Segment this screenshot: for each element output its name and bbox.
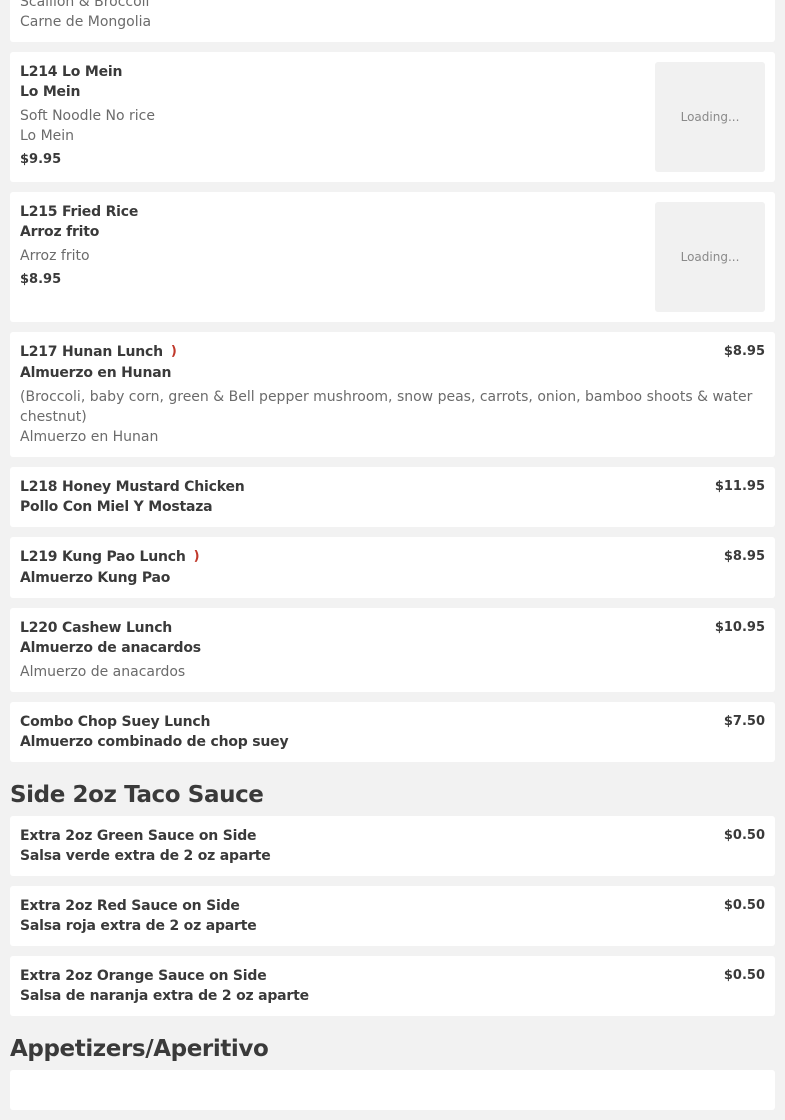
description-line: Carne de Mongolia: [20, 14, 152, 30]
menu-item-card[interactable]: L214 Lo Mein Lo Mein Soft Noodle No rice…: [10, 52, 775, 182]
description-line: Almuerzo de anacardos: [20, 664, 186, 680]
menu-list: Scallion & Broccoli Carne de Mongolia L2…: [10, 0, 775, 1120]
item-price: $9.95: [20, 152, 62, 167]
item-description: Scallion & Broccoli Carne de Mongolia: [20, 0, 765, 32]
item-image-placeholder[interactable]: Loading...: [655, 62, 765, 172]
item-title-en-row: L219 Kung Pao Lunch): [20, 547, 765, 568]
description-line: (Broccoli, baby corn, green & Bell peppe…: [20, 389, 753, 425]
item-description: (Broccoli, baby corn, green & Bell peppe…: [20, 387, 765, 447]
item-description: Arroz frito: [20, 246, 765, 266]
menu-item-card[interactable]: L217 Hunan Lunch) Almuerzo en Hunan (Bro…: [10, 332, 775, 457]
description-line: Soft Noodle No rice: [20, 108, 155, 124]
item-title-en: Extra 2oz Green Sauce on Side: [20, 828, 257, 844]
menu-item-card[interactable]: Extra 2oz Orange Sauce on Side Salsa de …: [10, 956, 775, 1016]
menu-item-card[interactable]: L219 Kung Pao Lunch) Almuerzo Kung Pao $…: [10, 537, 775, 598]
item-price: $0.50: [723, 828, 765, 843]
menu-item-card[interactable]: Extra 2oz Red Sauce on Side Salsa roja e…: [10, 886, 775, 946]
item-title-es: Almuerzo en Hunan: [20, 365, 172, 381]
item-price: $7.50: [723, 714, 765, 729]
item-title-en: L218 Honey Mustard Chicken: [20, 479, 245, 495]
item-price: $11.95: [714, 479, 765, 494]
menu-item-card[interactable]: Extra 2oz Green Sauce on Side Salsa verd…: [10, 816, 775, 876]
menu-item-card[interactable]: L215 Fried Rice Arroz frito Arroz frito …: [10, 192, 775, 322]
section-heading-appetizers: Appetizers/Aperitivo: [10, 1036, 269, 1062]
chili-pepper-icon: ): [170, 344, 177, 359]
item-title-en: Combo Chop Suey Lunch: [20, 714, 211, 730]
item-price: $8.95: [723, 549, 765, 564]
item-title-es: Salsa de naranja extra de 2 oz aparte: [20, 988, 309, 1004]
item-title-es: Almuerzo Kung Pao: [20, 570, 171, 586]
item-title-en: Extra 2oz Red Sauce on Side: [20, 898, 240, 914]
menu-item-card[interactable]: Combo Chop Suey Lunch Almuerzo combinado…: [10, 702, 775, 762]
item-price: $8.95: [20, 272, 62, 287]
item-title-en: L214 Lo Mein: [20, 64, 123, 80]
section-heading-sauce: Side 2oz Taco Sauce: [10, 782, 264, 808]
item-title-en: L220 Cashew Lunch: [20, 620, 173, 636]
item-title-en: Extra 2oz Orange Sauce on Side: [20, 968, 267, 984]
item-title-en: L217 Hunan Lunch: [20, 344, 163, 360]
description-line: Arroz frito: [20, 248, 90, 264]
menu-item-card[interactable]: Scallion & Broccoli Carne de Mongolia: [10, 0, 775, 42]
item-price: $8.95: [723, 344, 765, 359]
description-line: Scallion & Broccoli: [20, 0, 150, 10]
item-title-es: Almuerzo de anacardos: [20, 640, 201, 656]
item-image-placeholder[interactable]: Loading...: [655, 202, 765, 312]
item-price: $10.95: [714, 620, 765, 635]
item-description: Almuerzo de anacardos: [20, 662, 765, 682]
item-title-en: L215 Fried Rice: [20, 204, 139, 220]
item-title-en: L219 Kung Pao Lunch: [20, 549, 186, 565]
item-title-es: Almuerzo combinado de chop suey: [20, 734, 289, 750]
item-title-en-row: L217 Hunan Lunch): [20, 342, 765, 363]
item-title-es: Salsa verde extra de 2 oz aparte: [20, 848, 271, 864]
item-title-es: Lo Mein: [20, 84, 81, 100]
menu-item-card[interactable]: L220 Cashew Lunch Almuerzo de anacardos …: [10, 608, 775, 692]
chili-pepper-icon: ): [193, 549, 200, 564]
item-price: $0.50: [723, 968, 765, 983]
description-line: Almuerzo en Hunan: [20, 429, 159, 445]
item-title-es: Salsa roja extra de 2 oz aparte: [20, 918, 257, 934]
item-title-es: Pollo Con Miel Y Mostaza: [20, 499, 213, 515]
item-description: Soft Noodle No rice Lo Mein: [20, 106, 765, 146]
menu-item-card[interactable]: [10, 1070, 775, 1110]
menu-item-card[interactable]: L218 Honey Mustard Chicken Pollo Con Mie…: [10, 467, 775, 527]
description-line: Lo Mein: [20, 128, 75, 144]
item-title-es: Arroz frito: [20, 224, 100, 240]
item-price: $0.50: [723, 898, 765, 913]
